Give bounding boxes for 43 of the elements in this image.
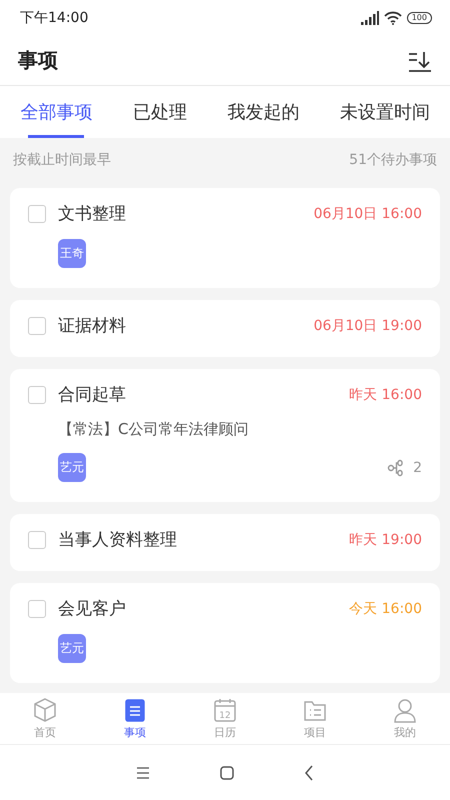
tab[interactable]: 已处理 [112, 86, 207, 138]
checkbox[interactable] [28, 204, 46, 222]
due-time: 昨天 16:00 [349, 386, 422, 404]
task-title: 合同起草 [58, 384, 127, 406]
branch-icon [387, 458, 406, 476]
task-count: 51个待办事项 [349, 151, 437, 169]
task-card[interactable]: 当事人资料整理 昨天 19:00 [10, 514, 440, 571]
due-time: 06月10日 16:00 [314, 204, 422, 222]
task-card[interactable]: 证据材料 06月10日 19:00 [10, 300, 440, 357]
task-card[interactable]: 合同起草 昨天 16:00 【常法】C公司常年法律顾问 艺元 2 [10, 369, 440, 502]
home-icon[interactable] [220, 766, 234, 780]
calendar-icon: 12 [212, 697, 238, 723]
due-time: 06月10日 19:00 [314, 316, 422, 334]
battery-indicator: 100 [406, 12, 432, 24]
person-icon [392, 697, 418, 723]
due-time: 昨天 19:00 [349, 530, 422, 548]
checkbox[interactable] [28, 316, 46, 334]
assignee-tag: 艺元 [58, 634, 86, 663]
task-card[interactable]: 会见客户 今天 16:00 艺元 [10, 583, 440, 683]
tab[interactable]: 我发起的 [207, 86, 320, 138]
task-card[interactable]: 文书整理 06月10日 16:00 王奇 [10, 188, 440, 288]
task-title: 证据材料 [58, 315, 127, 337]
menu-icon[interactable] [136, 766, 150, 778]
cube-icon [32, 697, 58, 723]
task-title: 会见客户 [58, 598, 127, 620]
tab[interactable]: 全部事项 [0, 86, 112, 138]
nav-tab[interactable]: 事项 [90, 693, 180, 744]
assignee-tag: 艺元 [58, 453, 86, 482]
due-time: 今天 16:00 [349, 600, 422, 618]
task-title: 当事人资料整理 [58, 529, 178, 551]
checkbox[interactable] [28, 530, 46, 548]
case-name: 【常法】C公司常年法律顾问 [58, 420, 248, 439]
wifi-icon [384, 11, 402, 25]
tab[interactable]: 未设置时间 [320, 86, 450, 138]
subtask-count: 2 [413, 460, 422, 476]
checkbox[interactable] [28, 386, 46, 404]
page-title: 事项 [18, 47, 58, 74]
assignee-tag: 王奇 [58, 239, 86, 268]
checkbox[interactable] [28, 600, 46, 618]
task-title: 文书整理 [58, 203, 127, 225]
status-time: 下午14:00 [20, 9, 88, 27]
back-icon[interactable] [304, 764, 314, 780]
signal-icon [360, 11, 379, 25]
